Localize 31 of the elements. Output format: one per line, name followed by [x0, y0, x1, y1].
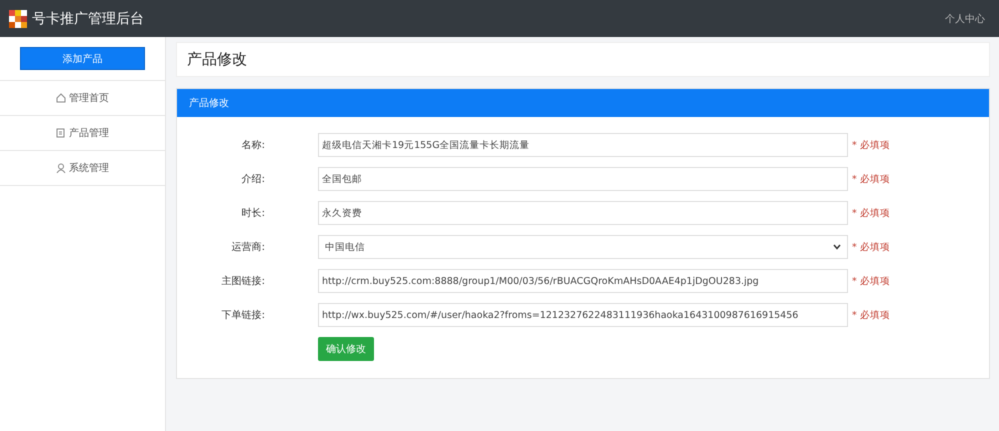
field-label: 下单链接: — [220, 308, 265, 322]
panel-title: 产品修改 — [189, 96, 229, 110]
page-title: 产品修改 — [187, 50, 247, 69]
user-center-link[interactable]: 个人中心 — [945, 12, 985, 26]
input-field[interactable]: 永久资费 — [318, 201, 848, 225]
field-label: 主图链接: — [220, 274, 265, 288]
required-note: * 必填项 — [852, 240, 890, 254]
sidebar-item[interactable]: 产品管理 — [0, 116, 165, 151]
input-field[interactable]: 全国包邮 — [318, 167, 848, 191]
home-icon — [56, 93, 66, 103]
required-note: * 必填项 — [852, 206, 890, 220]
select-field[interactable]: 中国电信 — [318, 235, 848, 259]
field-label: 运营商: — [230, 240, 265, 254]
logo-icon — [9, 10, 27, 28]
chevron-down-icon — [833, 244, 841, 250]
user-icon — [56, 163, 66, 173]
field-label: 介绍: — [240, 173, 265, 186]
required-note: * 必填项 — [852, 274, 890, 288]
required-note: * 必填项 — [852, 138, 890, 152]
sidebar-item[interactable]: 管理首页 — [0, 81, 165, 116]
input-field[interactable]: 超级电信天湘卡19元155G全国流量卡长期流量 — [318, 133, 848, 157]
required-note: * 必填项 — [852, 308, 890, 322]
input-field[interactable]: http://crm.buy525.com:8888/group1/M00/03/56/rBUACGQroKmAHsD0AAE4p1jDgOU283.jpg — [318, 269, 848, 293]
input-field[interactable]: http://wx.buy525.com/#/user/haoka2?froms=1212327622483111936haoka1643100987616915456 — [318, 303, 848, 327]
app-title: 号卡推广管理后台 — [32, 10, 144, 28]
field-label: 名称: — [240, 139, 265, 152]
field-label: 时长: — [240, 206, 265, 220]
add-product-button[interactable]: 添加产品 — [20, 47, 145, 70]
sidebar-item[interactable]: 系统管理 — [0, 151, 165, 186]
document-icon — [56, 128, 66, 138]
required-note: * 必填项 — [852, 172, 890, 186]
